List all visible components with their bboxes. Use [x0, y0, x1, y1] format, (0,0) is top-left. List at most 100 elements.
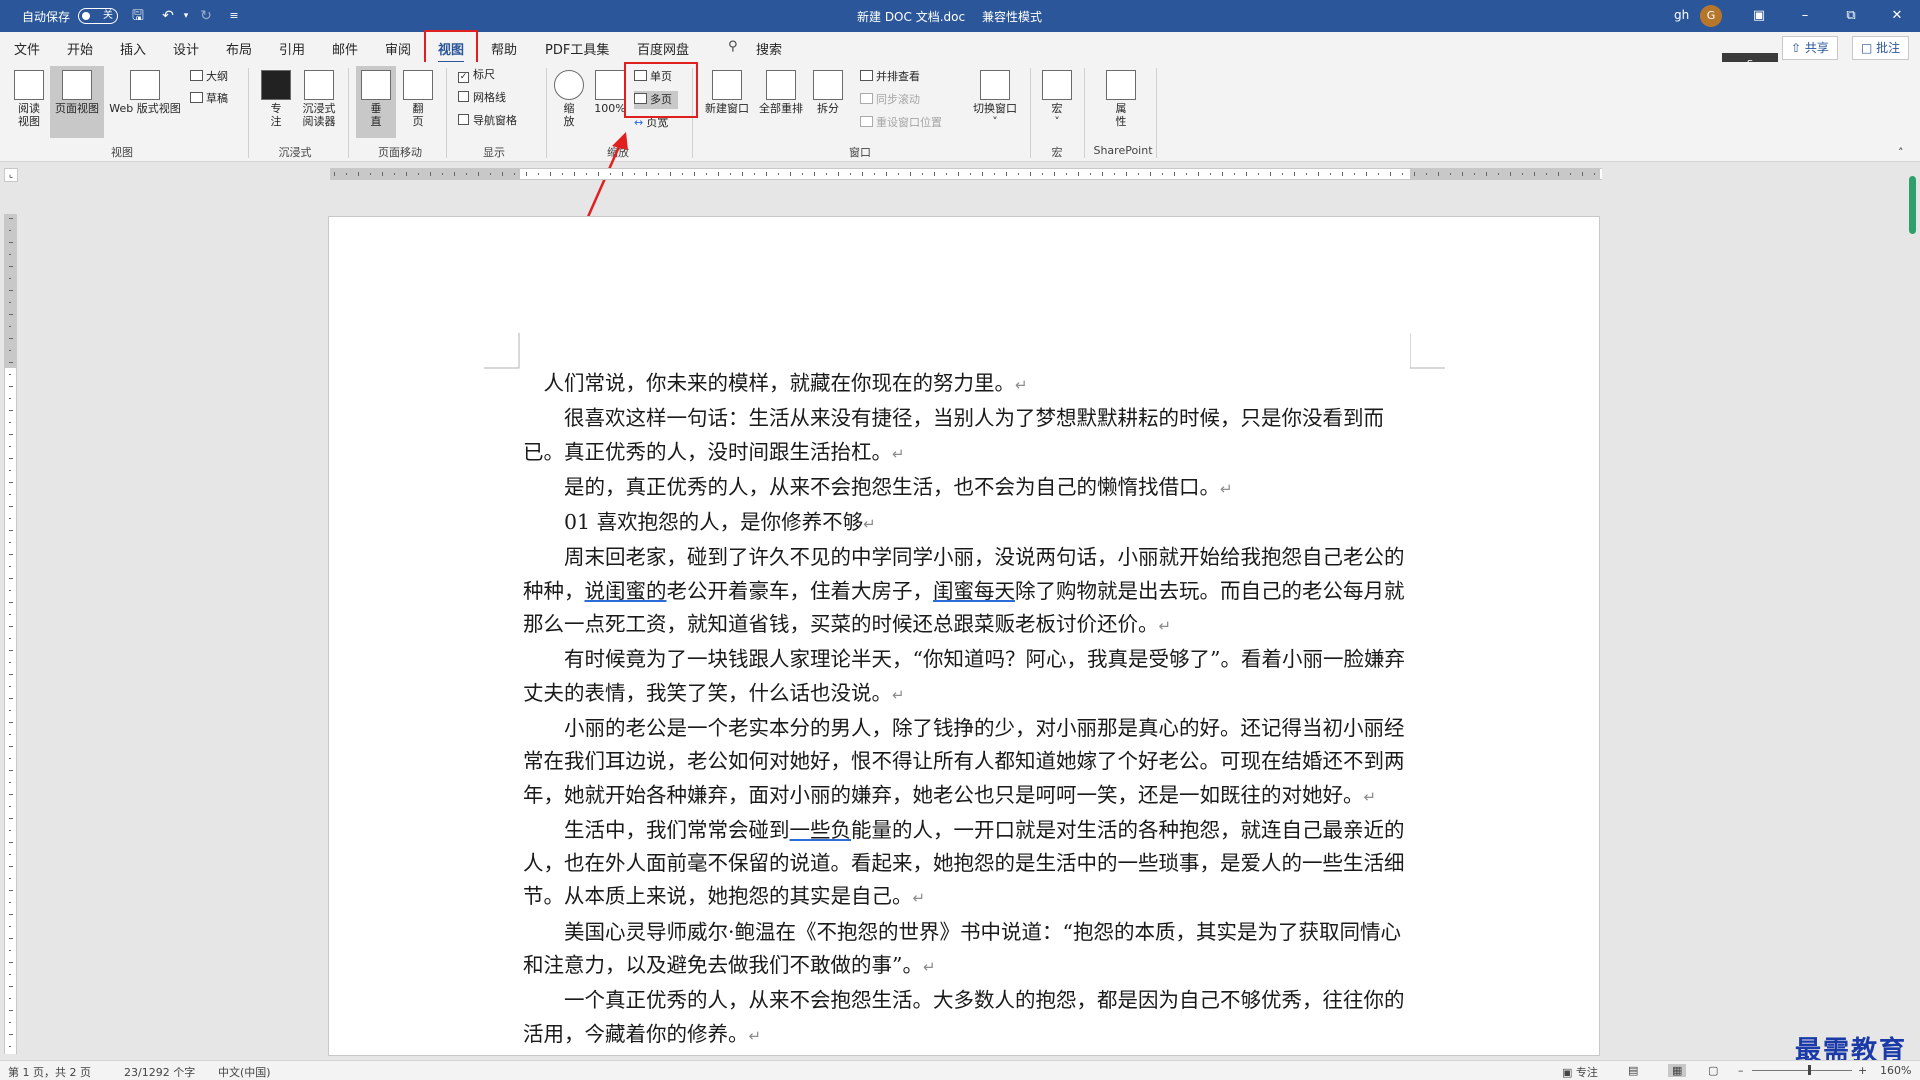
share-button[interactable]: ⇧ 共享	[1782, 36, 1838, 60]
collapse-ribbon-icon[interactable]: ˄	[1898, 146, 1904, 159]
document-page[interactable]: 人们常说，你未来的模样，就藏在你现在的努力里。↵ 很喜欢这样一句话：生活从来没有捷…	[328, 216, 1600, 1056]
minimize-icon[interactable]: –	[1782, 0, 1828, 32]
search-icon[interactable]: ⚲	[728, 39, 738, 54]
outline-button[interactable]: 大纲	[190, 68, 228, 86]
draft-button[interactable]: 草稿	[190, 90, 228, 108]
paragraph[interactable]: 01 喜欢抱怨的人，是你修养不够↵	[523, 506, 1413, 541]
restore-icon[interactable]: ⧉	[1828, 0, 1874, 32]
ruler-tick	[502, 172, 503, 176]
redo-icon[interactable]: ↻	[196, 6, 216, 26]
zoom-button[interactable]: 缩 放	[552, 70, 586, 128]
language[interactable]: 中文(中国)	[218, 1064, 271, 1080]
zoom-out-icon[interactable]: –	[1738, 1064, 1744, 1077]
paragraph[interactable]: 人们常说，你未来的模样，就藏在你现在的努力里。↵	[523, 367, 1413, 402]
zoom-slider-thumb[interactable]	[1808, 1065, 1811, 1075]
ruler-tick	[526, 172, 527, 176]
close-icon[interactable]: ✕	[1874, 0, 1920, 32]
scrollbar-thumb[interactable]	[1909, 176, 1916, 234]
ruler-tick	[982, 172, 983, 176]
tab-design[interactable]: 设计	[173, 39, 199, 58]
page-count[interactable]: 第 1 页，共 2 页	[8, 1064, 91, 1080]
tab-layout[interactable]: 布局	[226, 39, 252, 58]
ruler-tick	[358, 172, 359, 176]
horizontal-ruler[interactable]	[330, 168, 1602, 180]
ruler-tick	[9, 242, 13, 243]
ruler-tick	[9, 950, 11, 951]
paragraph[interactable]: 美国心灵导师威尔·鲍温在《不抱怨的世界》书中说道：“抱怨的本质，其实是为了获取同…	[523, 916, 1413, 985]
comments-button[interactable]: □ 批注	[1852, 36, 1910, 60]
ruler-tick	[1438, 172, 1439, 176]
paragraph[interactable]: 一个真正优秀的人，从来不会抱怨生活。大多数人的抱怨，都是因为自己不够优秀，往往你…	[523, 984, 1413, 1053]
search-box[interactable]: 搜索	[756, 39, 782, 58]
user-name[interactable]: gh	[1674, 8, 1689, 22]
reset-window-position-button[interactable]: 重设窗口位置	[860, 114, 942, 132]
document-body[interactable]: 人们常说，你未来的模样，就藏在你现在的努力里。↵ 很喜欢这样一句话：生活从来没有捷…	[523, 367, 1413, 1053]
paragraph[interactable]: 生活中，我们常常会碰到一些负能量的人，一开口就是对生活的各种抱怨，就连自己最亲近…	[523, 814, 1413, 916]
ruler-tick	[1150, 172, 1151, 176]
ruler-tick	[730, 173, 731, 175]
tab-review[interactable]: 审阅	[385, 39, 411, 58]
tab-selector-icon[interactable]: ⌞	[4, 168, 18, 182]
read-mode-icon[interactable]: ▤	[1628, 1064, 1638, 1077]
focus-button[interactable]: 专 注	[258, 70, 294, 128]
ruler-tick	[9, 818, 13, 819]
split-button[interactable]: 拆分	[810, 70, 846, 115]
side-to-side-button[interactable]: 翻 页	[400, 70, 436, 128]
save-icon[interactable]: 🖫	[128, 6, 148, 26]
tab-insert[interactable]: 插入	[120, 39, 146, 58]
focus-mode-button[interactable]: ▣ 专注	[1562, 1064, 1598, 1080]
arrange-all-button[interactable]: 全部重排	[754, 70, 808, 115]
ruler-tick	[922, 173, 923, 175]
paragraph[interactable]: 有时候竟为了一块钱跟人家理论半天，“你知道吗？阿心，我真是受够了”。看着小丽一脸…	[523, 643, 1413, 712]
vertical-button[interactable]: 垂 直	[356, 66, 396, 138]
tab-help[interactable]: 帮助	[491, 39, 517, 58]
ribbon-display-icon[interactable]: ▣	[1736, 0, 1782, 32]
avatar[interactable]: G	[1700, 5, 1722, 27]
ruler-tick	[9, 326, 11, 327]
ruler-tick	[1522, 173, 1523, 175]
ruler-tick	[1546, 173, 1547, 175]
zoom-in-icon[interactable]: +	[1858, 1064, 1867, 1077]
view-side-by-side-button[interactable]: 并排查看	[860, 68, 920, 86]
gridlines-checkbox[interactable]: 网格线	[458, 89, 506, 107]
zoom-level[interactable]: 160%	[1880, 1064, 1911, 1077]
paragraph[interactable]: 小丽的老公是一个老实本分的男人，除了钱挣的少，对小丽那是真心的好。还记得当初小丽…	[523, 712, 1413, 814]
ruler-checkbox[interactable]: ✓ 标尺	[458, 66, 495, 84]
tab-baidu-netdisk[interactable]: 百度网盘	[637, 39, 689, 58]
print-layout-button[interactable]: 页面视图	[50, 66, 104, 138]
ruler-tick	[1246, 172, 1247, 176]
new-window-button[interactable]: 新建窗口	[700, 70, 754, 115]
checked-icon: ✓	[458, 72, 469, 83]
ruler-tick	[9, 794, 13, 795]
margin-corner-top-right	[1410, 333, 1445, 369]
undo-icon[interactable]: ↶	[158, 6, 178, 26]
ruler-tick	[1486, 172, 1487, 176]
autosave-toggle[interactable]: 关	[78, 8, 118, 24]
ruler-tick	[9, 434, 13, 435]
tab-home[interactable]: 开始	[67, 39, 93, 58]
customize-toolbar-icon[interactable]: ≡	[224, 6, 244, 26]
web-layout-icon[interactable]: ▢	[1708, 1064, 1718, 1077]
chevron-down-icon: ˅	[1054, 115, 1060, 128]
undo-dropdown-icon[interactable]: ▾	[176, 6, 196, 26]
sync-scroll-button[interactable]: 同步滚动	[860, 91, 920, 109]
paragraph[interactable]: 周末回老家，碰到了许久不见的中学同学小丽，没说两句话，小丽就开始给我抱怨自己老公…	[523, 541, 1413, 643]
tab-file[interactable]: 文件	[14, 39, 40, 58]
paragraph[interactable]: 很喜欢这样一句话：生活从来没有捷径，当别人为了梦想默默耕耘的时候，只是你没看到而…	[523, 402, 1413, 471]
tab-pdf-tools[interactable]: PDF工具集	[545, 39, 609, 58]
switch-windows-button[interactable]: 切换窗口 ˅	[968, 70, 1022, 128]
macros-button[interactable]: 宏 ˅	[1040, 70, 1074, 128]
properties-button[interactable]: 属 性	[1104, 70, 1138, 128]
word-count[interactable]: 23/1292 个字	[124, 1064, 195, 1080]
vertical-ruler[interactable]	[4, 214, 17, 1054]
nav-pane-checkbox[interactable]: 导航窗格	[458, 112, 517, 130]
web-layout-button[interactable]: Web 版式视图	[104, 70, 186, 115]
tab-references[interactable]: 引用	[279, 39, 305, 58]
tab-mailings[interactable]: 邮件	[332, 39, 358, 58]
paragraph[interactable]: 是的，真正优秀的人，从来不会抱怨生活，也不会为自己的懒惰找借口。↵	[523, 471, 1413, 506]
print-layout-icon[interactable]: ▦	[1668, 1064, 1687, 1077]
immersive-reader-button[interactable]: 沉浸式 阅读器	[296, 70, 342, 128]
vertical-scrollbar[interactable]	[1906, 168, 1920, 1060]
zoom-slider[interactable]	[1752, 1070, 1852, 1071]
read-mode-button[interactable]: 阅读 视图	[8, 70, 50, 128]
